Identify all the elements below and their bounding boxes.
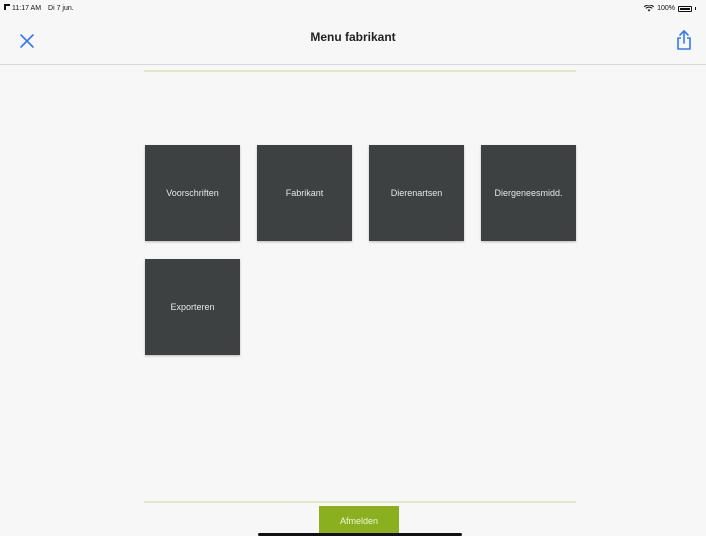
menu-tile-diergeneesmiddelen[interactable]: Diergeneesmidd.	[481, 145, 576, 241]
wifi-icon	[644, 5, 655, 12]
share-icon[interactable]	[672, 28, 696, 52]
battery-cap	[695, 7, 696, 10]
battery-percentage: 100%	[657, 5, 675, 12]
menu-tile-fabrikant[interactable]: Fabrikant	[257, 145, 352, 241]
top-divider	[144, 70, 576, 72]
logout-label: Afmelden	[339, 516, 379, 526]
menu-tile-label: Exporteren	[170, 302, 215, 312]
battery-icon	[678, 5, 692, 12]
navigation-bar: Menu fabrikant	[0, 16, 706, 65]
bottom-divider	[144, 501, 576, 503]
menu-tile-label: Voorschriften	[166, 188, 219, 198]
status-time: 11:17 AM	[12, 5, 42, 12]
status-date: Di 7 jun.	[48, 5, 74, 12]
menu-tile-dierenartsen[interactable]: Dierenartsen	[369, 145, 464, 241]
menu-tile-voorschriften[interactable]: Voorschriften	[145, 145, 240, 241]
status-time-date: 11:17 AM Di 7 jun.	[12, 5, 79, 12]
menu-tile-label: Fabrikant	[285, 188, 324, 198]
page-title: Menu fabrikant	[310, 30, 396, 44]
logout-button[interactable]: Afmelden	[319, 506, 399, 536]
status-bar: 11:17 AM Di 7 jun. 100%	[0, 0, 706, 16]
menu-tile-label: Dierenartsen	[390, 188, 443, 198]
menu-tile-exporteren[interactable]: Exporteren	[145, 259, 240, 355]
menu-tile-label: Diergeneesmidd.	[494, 188, 563, 198]
status-indicators: 100%	[644, 5, 696, 12]
